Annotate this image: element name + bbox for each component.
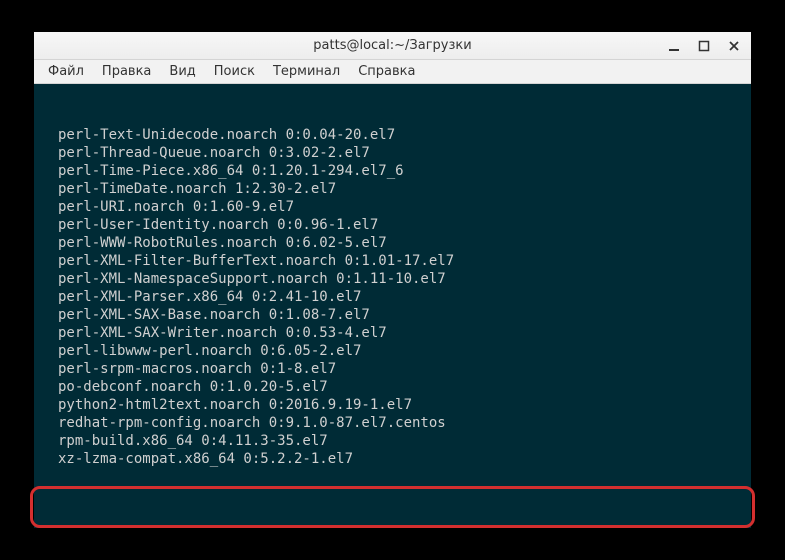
terminal-window: patts@local:~/Загрузки Файл Правка Вид П… xyxy=(34,32,751,528)
package-line: perl-XML-SAX-Writer.noarch 0:0.53-4.el7 xyxy=(44,324,741,342)
titlebar: patts@local:~/Загрузки xyxy=(34,32,751,60)
menu-edit[interactable]: Правка xyxy=(94,62,159,81)
package-line: perl-libwww-perl.noarch 0:6.05-2.el7 xyxy=(44,342,741,360)
menu-terminal[interactable]: Терминал xyxy=(265,62,348,81)
package-line: perl-XML-SAX-Base.noarch 0:1.08-7.el7 xyxy=(44,306,741,324)
package-line: perl-Time-Piece.x86_64 0:1.20.1-294.el7_… xyxy=(44,162,741,180)
window-controls xyxy=(663,32,745,59)
menu-search[interactable]: Поиск xyxy=(206,62,263,81)
menu-file[interactable]: Файл xyxy=(40,62,92,81)
package-line: xz-lzma-compat.x86_64 0:5.2.2-1.el7 xyxy=(44,450,741,468)
maximize-icon xyxy=(698,40,710,52)
package-line: redhat-rpm-config.noarch 0:9.1.0-87.el7.… xyxy=(44,414,741,432)
package-line: perl-TimeDate.noarch 1:2.30-2.el7 xyxy=(44,180,741,198)
package-line: perl-XML-Parser.x86_64 0:2.41-10.el7 xyxy=(44,288,741,306)
minimize-button[interactable] xyxy=(663,37,685,55)
package-line: perl-XML-Filter-BufferText.noarch 0:1.01… xyxy=(44,252,741,270)
window-title: patts@local:~/Загрузки xyxy=(313,38,471,53)
package-line: perl-srpm-macros.noarch 0:1-8.el7 xyxy=(44,360,741,378)
package-line: python2-html2text.noarch 0:2016.9.19-1.e… xyxy=(44,396,741,414)
blank-line xyxy=(44,504,741,522)
package-line: rpm-build.x86_64 0:4.11.3-35.el7 xyxy=(44,432,741,450)
package-line: perl-User-Identity.noarch 0:0.96-1.el7 xyxy=(44,216,741,234)
maximize-button[interactable] xyxy=(693,37,715,55)
terminal-output[interactable]: perl-Text-Unidecode.noarch 0:0.04-20.el7… xyxy=(34,84,751,528)
menu-help[interactable]: Справка xyxy=(350,62,423,81)
package-line: perl-WWW-RobotRules.noarch 0:6.02-5.el7 xyxy=(44,234,741,252)
package-line: po-debconf.noarch 0:1.0.20-5.el7 xyxy=(44,378,741,396)
package-line: perl-URI.noarch 0:1.60-9.el7 xyxy=(44,198,741,216)
menubar: Файл Правка Вид Поиск Терминал Справка xyxy=(34,60,751,84)
package-line: perl-XML-NamespaceSupport.noarch 0:1.11-… xyxy=(44,270,741,288)
close-button[interactable] xyxy=(723,37,745,55)
close-icon xyxy=(728,40,740,52)
package-line: perl-Thread-Queue.noarch 0:3.02-2.el7 xyxy=(44,144,741,162)
package-line: perl-Text-Unidecode.noarch 0:0.04-20.el7 xyxy=(44,126,741,144)
menu-view[interactable]: Вид xyxy=(161,62,203,81)
minimize-icon xyxy=(668,40,680,52)
